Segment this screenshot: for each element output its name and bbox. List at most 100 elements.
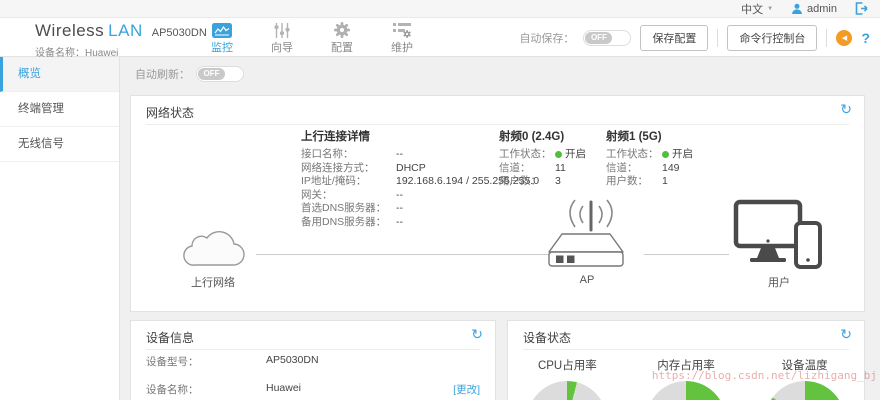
logout-icon[interactable] xyxy=(855,2,870,15)
change-name-link[interactable]: [更改] xyxy=(453,382,480,397)
auto-refresh-toggle[interactable]: OFF xyxy=(196,66,244,82)
panel-title: 网络状态 xyxy=(146,106,195,120)
memory-usage-gauge xyxy=(646,381,726,400)
device-info-panel: 设备信息 ↻ 设备型号： AP5030DN 设备名称： Huawei [更改] xyxy=(130,320,496,400)
refresh-icon[interactable]: ↻ xyxy=(840,101,852,118)
detail-value: -- xyxy=(396,148,403,160)
detail-row: 首选DNS服务器： -- xyxy=(301,202,511,216)
device-temp-gauge xyxy=(764,381,845,400)
sidebar-item-overview[interactable]: 概览 xyxy=(0,57,119,92)
sidebar-item-label: 终端管理 xyxy=(18,103,64,115)
detail-label: 工作状态： xyxy=(499,148,552,160)
detail-label: 用户数： xyxy=(606,175,648,187)
detail-label: 设备型号： xyxy=(146,356,199,368)
auto-refresh-label: 自动刷新： xyxy=(135,69,190,81)
autosave-toggle[interactable]: OFF xyxy=(583,29,632,46)
detail-label: 网关： xyxy=(301,188,333,201)
nav-label: 向导 xyxy=(271,41,293,54)
status-dot-icon xyxy=(662,150,669,158)
user-icon xyxy=(792,3,803,14)
detail-label: 信道： xyxy=(499,161,531,174)
language-label: 中文 xyxy=(741,3,764,16)
network-status-panel: 网络状态 ↻ 上行连接详情 接口名称： -- 网络连接方式： DHCP IP地址/掩… xyxy=(130,95,865,312)
divider xyxy=(717,28,719,47)
main-content: 自动刷新： OFF 网络状态 ↻ 上行连接详情 接口名称： -- 网络连接方式： D… xyxy=(120,57,880,400)
app-header: Wireless LAN AP5030DN 设备名称：Huawei 监控 向导 … xyxy=(0,18,880,59)
detail-label: 备用DNS服务器： xyxy=(301,215,387,228)
back-icon[interactable]: ◀ xyxy=(836,29,853,46)
header-actions: 自动保存： OFF 保存配置 命令行控制台 ◀ ? xyxy=(519,18,870,57)
user-menu[interactable]: admin xyxy=(791,3,837,15)
ap-label: AP xyxy=(579,274,595,286)
save-config-button[interactable]: 保存配置 xyxy=(640,24,709,51)
nav-label: 配置 xyxy=(331,42,353,54)
radio0-title: 射频0 (2.4G) xyxy=(499,131,565,143)
sidebar-item-terminal-management[interactable]: 终端管理 xyxy=(0,92,119,127)
watermark-text: https://blog.csdn.net/lizhigang_bj xyxy=(651,369,877,382)
detail-value: Huawei xyxy=(266,382,302,394)
detail-label: 工作状态： xyxy=(606,148,659,160)
detail-value: -- xyxy=(396,215,403,228)
link-line xyxy=(256,254,550,255)
detail-row: IP地址/掩码： 192.168.6.194 / 255.255.255.0 xyxy=(301,175,539,189)
panel-title: 设备状态 xyxy=(523,331,572,345)
device-status-panel: 设备状态 ↻ CPU占用率 内存占用率 设备温度 xyxy=(507,320,865,400)
detail-row: 工作状态： 开启 xyxy=(606,148,716,162)
nav-item-maintain[interactable]: 维护 xyxy=(372,18,432,57)
detail-value: 11 xyxy=(555,161,566,174)
detail-value: 3 xyxy=(555,175,561,187)
uplink-details-title: 上行连接详情 xyxy=(301,131,370,143)
help-icon[interactable]: ? xyxy=(861,30,870,46)
main-nav: 监控 向导 配置 维护 xyxy=(192,18,432,57)
detail-row: 网关： -- xyxy=(301,189,511,203)
detail-label: 首选DNS服务器： xyxy=(301,202,387,214)
detail-value: DHCP xyxy=(396,161,426,174)
autosave-label: 自动保存： xyxy=(519,32,575,45)
radio1-title: 射频1 (5G) xyxy=(606,131,662,143)
detail-label: 信道： xyxy=(606,161,638,174)
nav-item-monitor[interactable]: 监控 xyxy=(192,18,252,57)
auto-refresh-control: 自动刷新： OFF xyxy=(135,66,244,82)
cpu-usage-label: CPU占用率 xyxy=(537,360,597,372)
username-label: admin xyxy=(807,2,837,15)
sidebar-item-label: 无线信号 xyxy=(18,138,64,150)
auto-refresh-toggle-state: OFF xyxy=(198,68,225,80)
detail-row: 接口名称： -- xyxy=(301,148,511,162)
link-line xyxy=(644,254,729,255)
detail-label: 接口名称： xyxy=(301,148,354,160)
sidebar: 概览 终端管理 无线信号 xyxy=(0,57,120,400)
cloud-icon xyxy=(183,231,245,266)
sidebar-item-wireless-signal[interactable]: 无线信号 xyxy=(0,127,119,162)
user-devices-icon xyxy=(733,199,822,269)
status-dot-icon xyxy=(555,150,562,158)
brand-logo: Wireless LAN AP5030DN 设备名称：Huawei xyxy=(35,21,207,59)
detail-row: 信道： 149 xyxy=(606,162,716,176)
cpu-usage-gauge xyxy=(527,381,608,400)
detail-row: 备用DNS服务器： -- xyxy=(301,216,511,230)
radio1-section: 射频1 (5G) 工作状态： 开启 信道： 149 用户数： 1 xyxy=(606,128,716,189)
language-selector[interactable]: 中文 ▼ xyxy=(741,1,773,17)
divider xyxy=(146,124,849,125)
refresh-icon[interactable]: ↻ xyxy=(840,326,852,343)
uplink-network-label: 上行网络 xyxy=(191,277,235,289)
detail-label: 网络连接方式： xyxy=(301,161,375,174)
sliders-icon xyxy=(274,22,290,38)
divider xyxy=(523,349,849,350)
divider xyxy=(146,349,480,350)
device-name-row: 设备名称： Huawei [更改] xyxy=(146,382,480,397)
sidebar-item-label: 概览 xyxy=(18,68,41,80)
uplink-details-section: 上行连接详情 接口名称： -- 网络连接方式： DHCP IP地址/掩码： 192.1… xyxy=(301,128,539,230)
brand-lan: LAN xyxy=(108,21,143,40)
radio0-section: 射频0 (2.4G) 工作状态： 开启 信道： 11 用户数： 3 xyxy=(499,128,609,189)
nav-item-config[interactable]: 配置 xyxy=(312,18,372,57)
detail-row: 信道： 11 xyxy=(499,162,609,176)
nav-item-wizard[interactable]: 向导 xyxy=(252,18,312,57)
cli-console-button[interactable]: 命令行控制台 xyxy=(727,24,818,51)
monitor-icon xyxy=(212,22,232,38)
refresh-icon[interactable]: ↻ xyxy=(471,326,483,343)
detail-row: 网络连接方式： DHCP xyxy=(301,162,511,176)
nav-label: 监控 xyxy=(211,41,233,54)
chevron-down-icon: ▼ xyxy=(767,5,774,12)
app-window: 中文 ▼ admin Wireless LAN AP5030DN 设备名称：Huaw… xyxy=(0,0,880,400)
gear-icon xyxy=(334,22,350,38)
